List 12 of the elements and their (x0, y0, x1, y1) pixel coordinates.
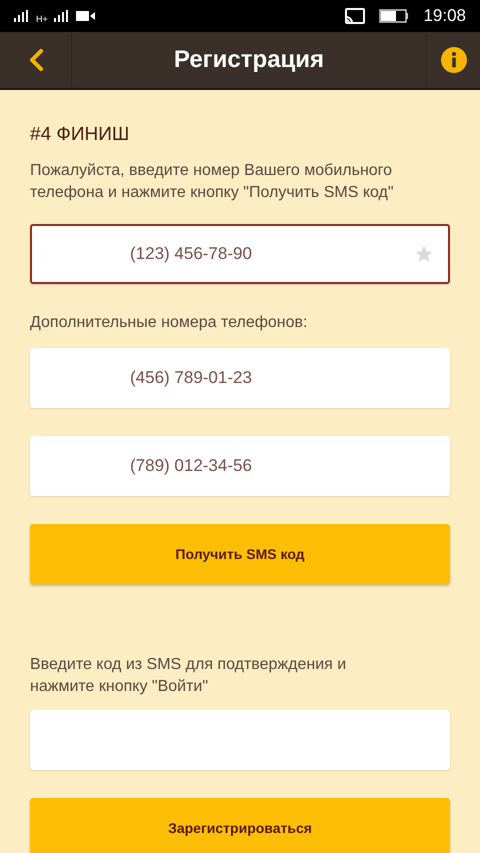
get-sms-code-button[interactable]: Получить SMS код (30, 524, 450, 584)
network-type: H+ (36, 14, 48, 24)
register-button[interactable]: Зарегистрироваться (30, 798, 450, 853)
screen-title: Регистрация (172, 46, 326, 74)
phone-field[interactable]: (123) 456-78-90 (30, 224, 450, 284)
extra-phones-label: Дополнительные номера телефонов: (30, 313, 308, 333)
code-instruction-text: Введите код из SMS для подтверждения и нажмите кнопку "Войти" (30, 655, 348, 697)
step-title: #4 ФИНИШ (30, 124, 130, 146)
phone-field[interactable]: (789) 012-34-56 (30, 436, 450, 496)
phone-field[interactable]: (456) 789-01-23 (30, 348, 450, 408)
instruction-text: Пожалуйста, введите номер Вашего мобильного телефона и нажмите кнопку "Получить SMS код" (30, 161, 395, 203)
clock-time: 19:08 (423, 6, 466, 26)
